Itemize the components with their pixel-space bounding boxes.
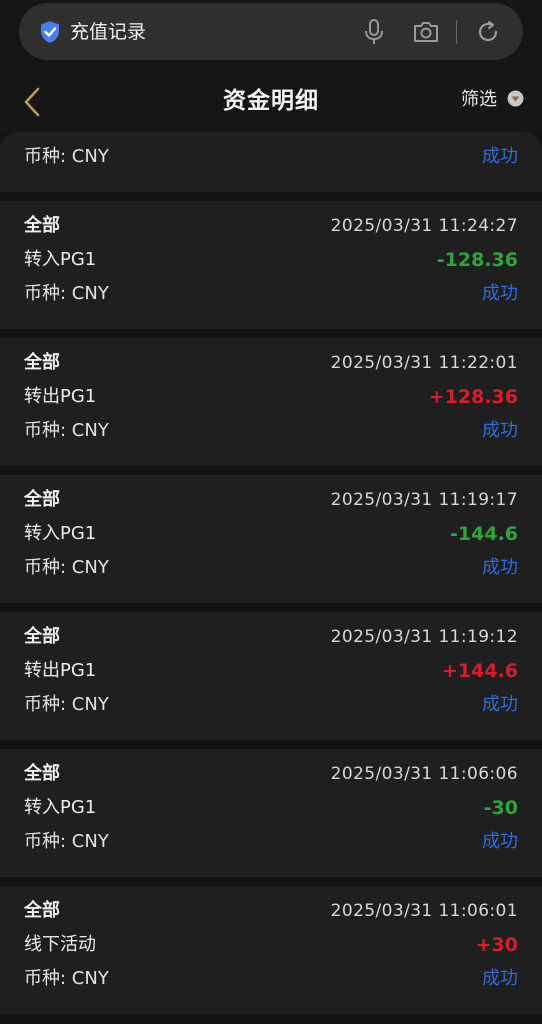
camera-icon[interactable] — [412, 20, 440, 44]
record-category: 全部 — [24, 763, 60, 784]
browser-top-bar: 充值记录 — [0, 0, 542, 66]
record-amount: +30 — [475, 934, 518, 956]
record-category: 全部 — [24, 215, 60, 236]
transaction-list[interactable]: 币种: CNY 成功 全部 2025/03/31 11:24:27 转入PG1 … — [0, 132, 542, 1024]
record-status: 成功 — [482, 146, 518, 167]
record-amount: +144.6 — [441, 660, 518, 682]
microphone-icon[interactable] — [362, 18, 386, 46]
record-amount: -30 — [483, 797, 518, 819]
record-amount: -128.36 — [436, 249, 518, 271]
page-header: 资金明细 筛选 — [0, 66, 542, 134]
record-time: 2025/03/31 11:06:01 — [330, 901, 518, 921]
record-category: 全部 — [24, 900, 60, 921]
record-time: 2025/03/31 11:19:12 — [330, 627, 518, 647]
transaction-card: 全部 2025/03/31 11:19:12 转出PG1 +144.6 币种: … — [0, 612, 542, 740]
record-currency: 币种: CNY — [24, 146, 109, 167]
record-category: 全部 — [24, 489, 60, 510]
record-time: 2025/03/31 11:22:01 — [330, 353, 518, 373]
transaction-card-partial: 币种: CNY 成功 — [0, 132, 542, 192]
record-currency: 币种: CNY — [24, 694, 109, 715]
record-status: 成功 — [482, 968, 518, 989]
refresh-icon[interactable] — [476, 19, 500, 45]
filter-dropdown-icon[interactable] — [507, 90, 524, 107]
record-category: 全部 — [24, 352, 60, 373]
transaction-card: 全部 2025/03/31 11:06:06 转入PG1 -30 币种: CNY… — [0, 749, 542, 877]
transaction-card: 全部 2025/03/31 11:22:01 转出PG1 +128.36 币种:… — [0, 338, 542, 466]
shield-icon — [41, 21, 59, 43]
record-description: 转入PG1 — [24, 249, 97, 270]
record-time: 2025/03/31 11:06:06 — [330, 764, 518, 784]
record-currency: 币种: CNY — [24, 420, 109, 441]
transaction-card: 全部 2025/03/31 11:19:17 转入PG1 -144.6 币种: … — [0, 475, 542, 603]
record-category: 全部 — [24, 626, 60, 647]
address-text[interactable]: 充值记录 — [70, 18, 146, 46]
record-currency: 币种: CNY — [24, 968, 109, 989]
record-status: 成功 — [482, 694, 518, 715]
record-currency: 币种: CNY — [24, 283, 109, 304]
record-amount: -144.6 — [450, 523, 518, 545]
transaction-card: 全部 2025/03/31 11:06:01 线下活动 +30 币种: CNY … — [0, 886, 542, 1014]
record-status: 成功 — [482, 283, 518, 304]
record-currency: 币种: CNY — [24, 557, 109, 578]
filter-button[interactable]: 筛选 — [461, 87, 497, 113]
record-time: 2025/03/31 11:24:27 — [330, 216, 518, 236]
address-bar-divider — [456, 20, 457, 44]
record-status: 成功 — [482, 831, 518, 852]
record-description: 转出PG1 — [24, 660, 97, 681]
record-status: 成功 — [482, 557, 518, 578]
record-description: 转出PG1 — [24, 386, 97, 407]
record-currency: 币种: CNY — [24, 831, 109, 852]
record-amount: +128.36 — [428, 386, 518, 408]
record-description: 线下活动 — [24, 934, 96, 955]
record-description: 转入PG1 — [24, 797, 97, 818]
record-status: 成功 — [482, 420, 518, 441]
record-time: 2025/03/31 11:19:17 — [330, 490, 518, 510]
record-description: 转入PG1 — [24, 523, 97, 544]
transaction-card: 全部 2025/03/31 11:24:27 转入PG1 -128.36 币种:… — [0, 201, 542, 329]
